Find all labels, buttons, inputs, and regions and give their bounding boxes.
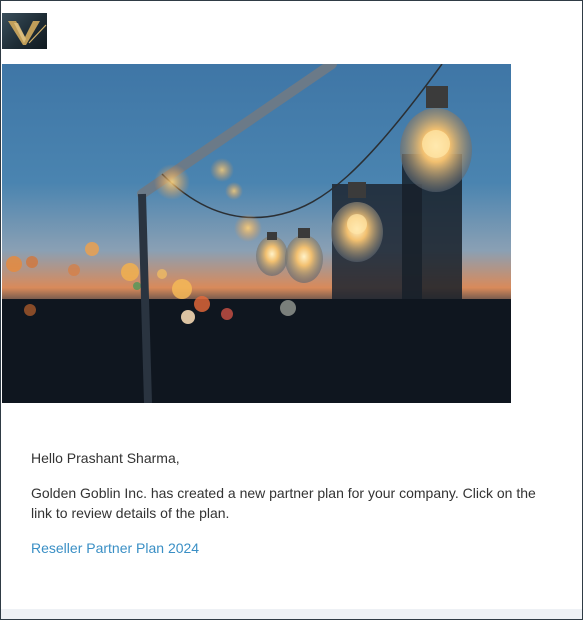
footer-divider (1, 609, 582, 619)
email-body: Hello Prashant Sharma, Golden Goblin Inc… (0, 0, 583, 620)
email-content: Hello Prashant Sharma, Golden Goblin Inc… (31, 448, 551, 558)
message-text: Golden Goblin Inc. has created a new par… (31, 485, 536, 521)
company-logo-icon (2, 13, 47, 49)
hero-image (2, 64, 511, 403)
greeting-text: Hello Prashant Sharma, (31, 450, 180, 466)
partner-plan-link[interactable]: Reseller Partner Plan 2024 (31, 538, 199, 558)
